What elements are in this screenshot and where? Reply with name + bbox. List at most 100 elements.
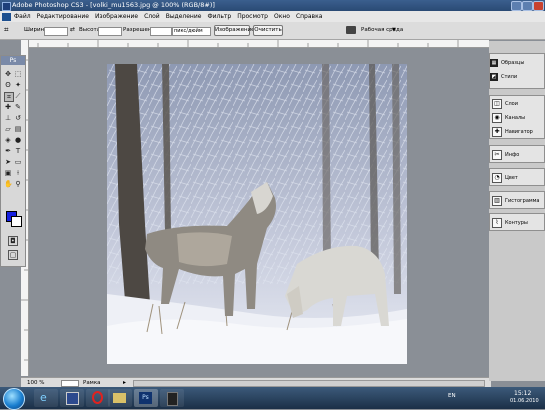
menu-file[interactable]: Файл bbox=[14, 13, 31, 20]
panel-label: Образцы bbox=[501, 59, 525, 66]
crop-tool-icon[interactable]: ⌗ bbox=[4, 25, 14, 35]
layers-icon: ◫ bbox=[492, 98, 502, 109]
title-bar: Adobe Photoshop CS3 - [volki_mu1563.jpg … bbox=[0, 0, 545, 11]
width-field[interactable] bbox=[44, 27, 68, 36]
horizontal-scrollbar[interactable] bbox=[133, 380, 485, 387]
resolution-unit-select[interactable]: пикс/дюйм bbox=[172, 27, 211, 36]
window-title: Adobe Photoshop CS3 - [volki_mu1563.jpg … bbox=[12, 1, 215, 9]
menu-select[interactable]: Выделение bbox=[166, 13, 202, 20]
maximize-button[interactable] bbox=[522, 1, 533, 11]
taskbar-explorer[interactable] bbox=[108, 389, 132, 407]
clone-stamp-tool-icon[interactable]: ⊥ bbox=[4, 114, 12, 122]
options-bar: ⌗ Ширина: ⇄ Высота: Разрешение: пикс/дюй… bbox=[0, 22, 545, 40]
menu-edit[interactable]: Редактирование bbox=[37, 13, 89, 20]
status-arrow-icon[interactable]: ▸ bbox=[123, 379, 126, 386]
color-icon: ◔ bbox=[492, 172, 502, 183]
path-selection-tool-icon[interactable]: ➤ bbox=[4, 158, 12, 166]
move-tool-icon[interactable]: ✥ bbox=[4, 70, 12, 78]
menu-layer[interactable]: Слой bbox=[144, 13, 160, 20]
quick-mask-icon[interactable]: ◘ bbox=[8, 236, 18, 246]
screen-mode-icon[interactable]: ▢ bbox=[8, 250, 18, 260]
history-brush-tool-icon[interactable]: ↺ bbox=[14, 114, 22, 122]
hand-tool-icon[interactable]: ✋ bbox=[4, 180, 13, 188]
panel-group-info: ✂ Инфо bbox=[489, 145, 545, 163]
panel-paths[interactable]: ⌇ Контуры bbox=[490, 217, 545, 228]
chevron-down-icon[interactable]: ▼ bbox=[392, 27, 396, 33]
photoshop-icon: Ps bbox=[139, 392, 152, 404]
panel-dock: ▦ Образцы ◩ Стили ◫ Слои ◉ Каналы ✚ Навигатор… bbox=[489, 41, 545, 381]
background-color-swatch[interactable] bbox=[11, 216, 22, 227]
workspace-label[interactable]: Рабочая среда bbox=[361, 27, 403, 33]
dodge-tool-icon[interactable]: ● bbox=[14, 136, 22, 144]
marquee-tool-icon[interactable]: ⬚ bbox=[14, 70, 22, 78]
panel-group-swatches: ▦ Образцы ◩ Стили bbox=[489, 53, 545, 89]
swap-icon[interactable]: ⇄ bbox=[70, 26, 75, 33]
slice-tool-icon[interactable]: ⟋ bbox=[14, 92, 22, 100]
info-icon: ✂ bbox=[492, 149, 502, 160]
panel-color[interactable]: ◔ Цвет bbox=[490, 172, 545, 183]
panel-group-layers: ◫ Слои ◉ Каналы ✚ Навигатор bbox=[489, 95, 545, 139]
eraser-tool-icon[interactable]: ▱ bbox=[4, 125, 12, 133]
zoom-field[interactable] bbox=[61, 380, 79, 387]
app-icon bbox=[167, 392, 178, 406]
menu-image[interactable]: Изображение bbox=[95, 13, 138, 20]
crop-tool-icon[interactable]: ⌗ bbox=[4, 92, 14, 102]
minimize-button[interactable] bbox=[511, 1, 522, 11]
type-tool-icon[interactable]: T bbox=[14, 147, 22, 155]
lasso-tool-icon[interactable]: ʘ bbox=[4, 81, 12, 89]
menu-view[interactable]: Просмотр bbox=[237, 13, 268, 20]
eyedropper-tool-icon[interactable]: ⟊ bbox=[14, 169, 22, 177]
taskbar-opera[interactable] bbox=[86, 389, 110, 407]
taskbar-save[interactable] bbox=[60, 389, 84, 407]
zoom-tool-icon[interactable]: ⚲ bbox=[14, 180, 22, 188]
panel-group-color: ◔ Цвет bbox=[489, 168, 545, 186]
magic-wand-tool-icon[interactable]: ✦ bbox=[14, 81, 22, 89]
close-button[interactable] bbox=[533, 1, 544, 11]
wolf-photo-image bbox=[107, 64, 407, 364]
pen-tool-icon[interactable]: ✒ bbox=[4, 147, 12, 155]
start-button[interactable] bbox=[3, 388, 25, 410]
panel-layers[interactable]: ◫ Слои bbox=[490, 98, 545, 109]
clear-button[interactable]: Очистить bbox=[253, 25, 283, 36]
document-canvas[interactable] bbox=[107, 64, 407, 364]
channels-icon: ◉ bbox=[492, 112, 502, 123]
taskbar-photoshop[interactable]: Ps bbox=[134, 389, 158, 407]
styles-icon: ◩ bbox=[490, 72, 498, 81]
brush-tool-icon[interactable]: ✎ bbox=[14, 103, 22, 111]
taskbar-app[interactable] bbox=[160, 389, 184, 407]
panel-label: Слои bbox=[505, 100, 518, 107]
menu-help[interactable]: Справка bbox=[296, 13, 322, 20]
panel-styles[interactable]: ◩ Стили bbox=[490, 71, 545, 82]
panel-channels[interactable]: ◉ Каналы bbox=[490, 112, 545, 123]
toolbox: Ps ✥ ⬚ ʘ ✦ ⌗ ⟋ ✚ ✎ ⊥ ↺ ▱ ▤ ◈ ● ✒ T ➤ ▭ ▣… bbox=[0, 55, 26, 267]
histogram-icon: ▥ bbox=[492, 195, 502, 206]
panel-label: Инфо bbox=[505, 151, 520, 158]
panel-histogram[interactable]: ▥ Гистограмма bbox=[490, 195, 545, 206]
gradient-tool-icon[interactable]: ▤ bbox=[14, 125, 22, 133]
ruler-horizontal[interactable] bbox=[28, 40, 489, 48]
rectangle-tool-icon[interactable]: ▭ bbox=[14, 158, 22, 166]
panel-swatches[interactable]: ▦ Образцы bbox=[490, 57, 545, 68]
blur-tool-icon[interactable]: ◈ bbox=[4, 136, 12, 144]
taskbar-ie[interactable]: e bbox=[34, 389, 58, 407]
menu-window[interactable]: Окно bbox=[274, 13, 290, 20]
panel-navigator[interactable]: ✚ Навигатор bbox=[490, 126, 545, 137]
height-field[interactable] bbox=[98, 27, 122, 36]
internet-explorer-icon: e bbox=[40, 391, 47, 404]
zoom-level[interactable]: 100 % bbox=[27, 380, 44, 386]
language-indicator[interactable]: EN bbox=[448, 393, 456, 399]
panel-label: Навигатор bbox=[505, 128, 533, 135]
opera-icon bbox=[92, 391, 103, 404]
clock-time[interactable]: 15:12 bbox=[514, 390, 531, 397]
notes-tool-icon[interactable]: ▣ bbox=[4, 169, 12, 177]
healing-brush-tool-icon[interactable]: ✚ bbox=[4, 103, 12, 111]
clock-date[interactable]: 01.06.2010 bbox=[510, 398, 539, 404]
taskbar: e Ps EN 15:12 01.06.2010 bbox=[0, 387, 545, 410]
menu-filter[interactable]: Фильтр bbox=[207, 13, 231, 20]
panel-info[interactable]: ✂ Инфо bbox=[490, 149, 545, 160]
panel-label: Каналы bbox=[505, 114, 526, 121]
panel-label: Цвет bbox=[505, 174, 518, 181]
front-image-button[interactable]: Изображение bbox=[214, 25, 255, 36]
palette-well-icon[interactable] bbox=[346, 26, 356, 34]
resolution-field[interactable] bbox=[150, 27, 172, 36]
